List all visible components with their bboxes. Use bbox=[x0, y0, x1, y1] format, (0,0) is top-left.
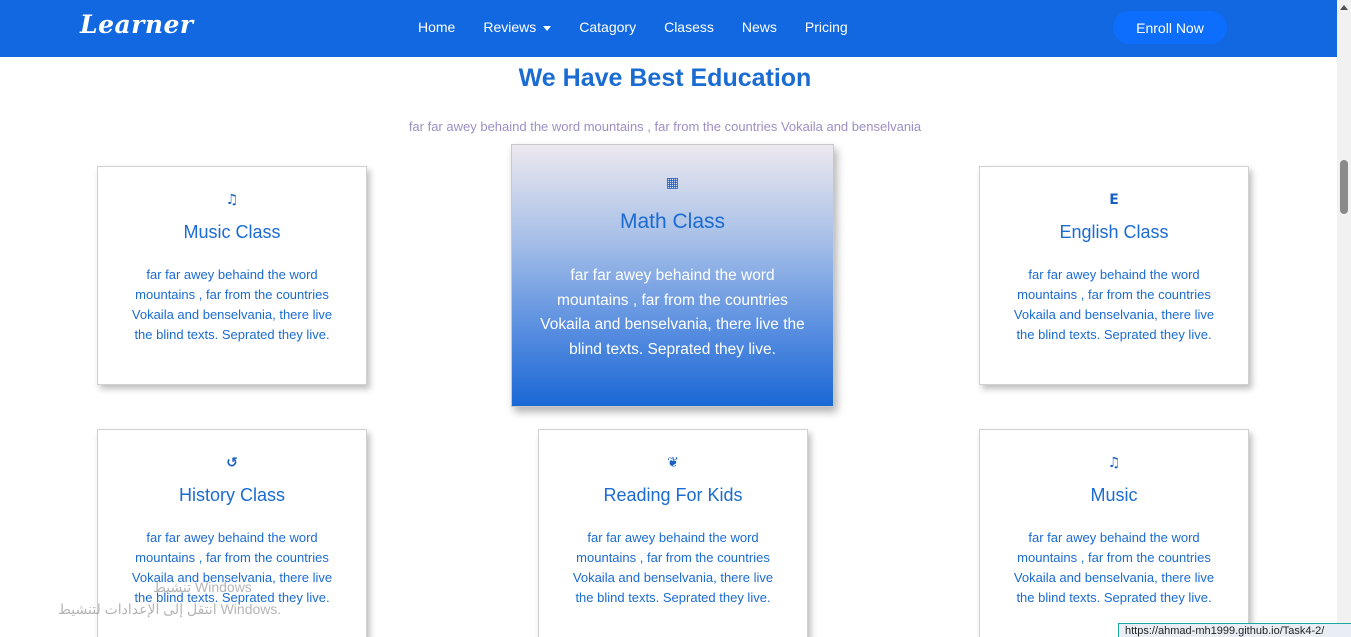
card-title: English Class bbox=[1059, 222, 1169, 242]
nav-link-reviews[interactable]: Reviews bbox=[483, 19, 552, 35]
page-scrollbar[interactable] bbox=[1337, 0, 1351, 637]
nav-links: Home Reviews Catagory Clasess News Prici… bbox=[418, 19, 876, 35]
enroll-now-button[interactable]: Enroll Now bbox=[1113, 11, 1227, 44]
card-title: History Class bbox=[178, 485, 285, 505]
scroll-up-arrow-icon[interactable] bbox=[1340, 5, 1348, 10]
music-note-icon: ♫ bbox=[1107, 455, 1121, 471]
card-text: far far awey behaind the word mountains … bbox=[131, 267, 333, 342]
section-subtitle: far far awey behaind the word mountains … bbox=[408, 119, 922, 134]
card-title: Reading For Kids bbox=[603, 485, 743, 505]
navbar: Learner Home Reviews Catagory Clasess Ne… bbox=[0, 0, 1337, 57]
calculator-icon: ▦ bbox=[665, 175, 680, 191]
section-title: We Have Best Education bbox=[518, 64, 812, 92]
card-title: Music bbox=[1090, 485, 1138, 505]
nav-link-reviews-label: Reviews bbox=[483, 19, 537, 35]
card-text: far far awey behaind the word mountains … bbox=[1013, 530, 1215, 605]
nav-link-home[interactable]: Home bbox=[418, 19, 455, 35]
status-bar-url: https://ahmad-mh1999.github.io/Task4-2/ bbox=[1118, 623, 1351, 637]
watermark-line-2: انتقل إلى الإعدادات لتنشيط Windows. bbox=[58, 601, 282, 617]
brand-logo[interactable]: Learner bbox=[80, 10, 194, 39]
caret-down-icon bbox=[543, 25, 552, 31]
letter-e-icon: E bbox=[1109, 192, 1119, 208]
card-text: far far awey behaind the word mountains … bbox=[1013, 267, 1215, 342]
card-text: far far awey behaind the word mountains … bbox=[572, 530, 774, 605]
music-note-icon: ♫ bbox=[225, 192, 239, 208]
windows-activation-watermark: تنشيط Windows انتقل إلى الإعدادات لتنشيط… bbox=[58, 576, 281, 620]
class-card-reading-for-kids[interactable]: ❦ Reading For Kids far far awey behaind … bbox=[538, 429, 808, 637]
class-card-music[interactable]: ♫ Music Class far far awey behaind the w… bbox=[97, 166, 367, 385]
nav-link-category[interactable]: Catagory bbox=[579, 19, 636, 35]
card-text: far far awey behaind the word mountains … bbox=[540, 267, 805, 358]
class-card-music-2[interactable]: ♫ Music far far awey behaind the word mo… bbox=[979, 429, 1249, 637]
nav-link-classes[interactable]: Clasess bbox=[664, 19, 714, 35]
hands-heart-icon: ❦ bbox=[667, 455, 679, 471]
class-card-math[interactable]: ▦ Math Class far far awey behaind the wo… bbox=[511, 144, 834, 407]
card-title: Music Class bbox=[183, 222, 281, 242]
nav-link-news[interactable]: News bbox=[742, 19, 777, 35]
card-title: Math Class bbox=[619, 210, 726, 233]
watermark-line-1: تنشيط Windows bbox=[153, 579, 252, 595]
history-icon: ↺ bbox=[226, 455, 238, 471]
nav-link-pricing[interactable]: Pricing bbox=[805, 19, 848, 35]
scroll-thumb[interactable] bbox=[1340, 160, 1348, 214]
class-card-english[interactable]: E English Class far far awey behaind the… bbox=[979, 166, 1249, 385]
